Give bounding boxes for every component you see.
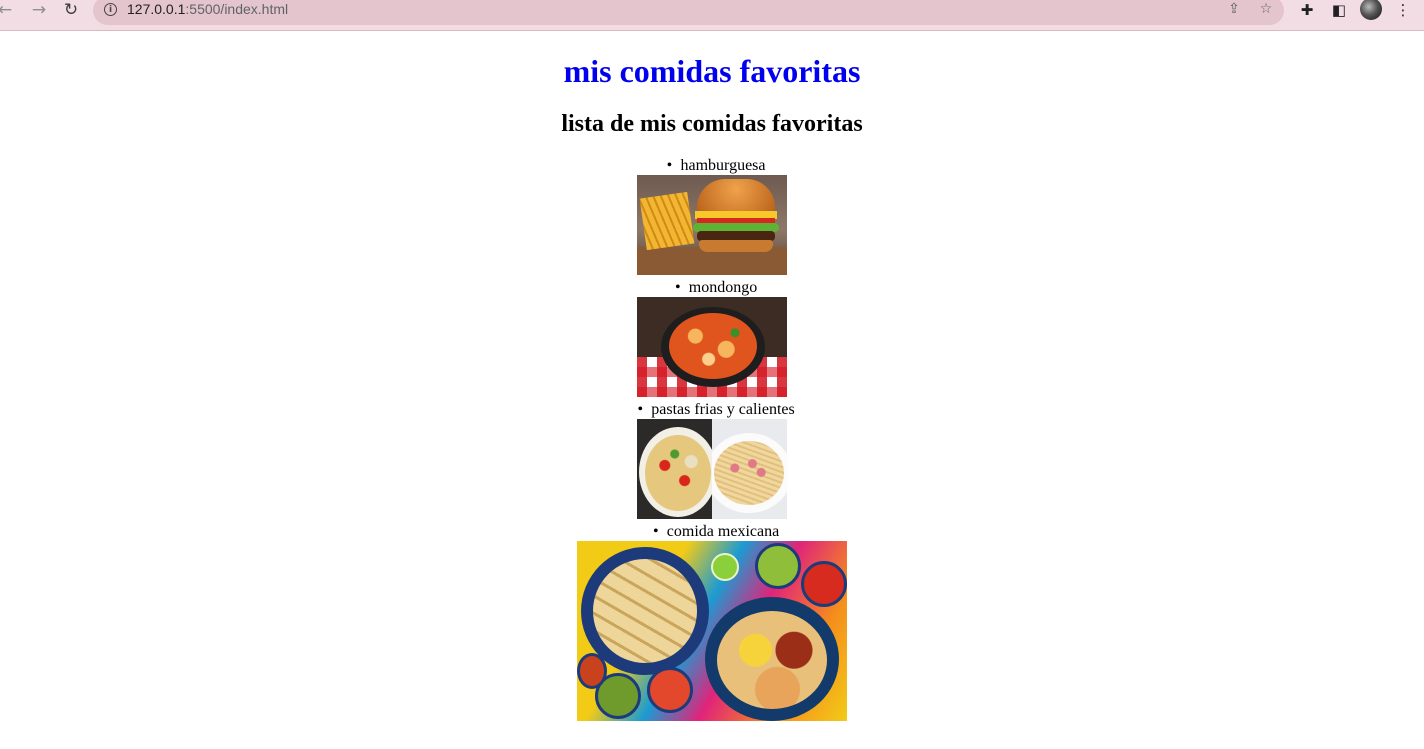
mexicana-image-row xyxy=(0,541,1424,721)
list-item: • pastas frias y calientes xyxy=(0,401,1424,419)
bullet-icon: • xyxy=(637,401,644,418)
list-item-label: comida mexicana xyxy=(666,523,780,540)
page-content: mis comidas favoritas lista de mis comid… xyxy=(0,31,1424,749)
hamburguesa-image xyxy=(637,175,787,275)
browser-toolbar: ← → ↻ i 127.0.0.1:5500/index.html ⇪ ☆ ✚ … xyxy=(0,0,1424,31)
extensions-icon[interactable]: ✚ xyxy=(1296,0,1318,20)
back-button[interactable]: ← xyxy=(0,0,16,20)
forward-button[interactable]: → xyxy=(28,0,50,20)
list-item-label: pastas frias y calientes xyxy=(651,401,795,418)
bullet-icon: • xyxy=(666,157,673,174)
bullet-icon: • xyxy=(652,523,659,540)
url-text[interactable]: 127.0.0.1:5500/index.html xyxy=(127,1,288,17)
list-item: • hamburguesa xyxy=(0,157,1424,175)
hamburguesa-image-row xyxy=(0,175,1424,275)
page-title: mis comidas favoritas xyxy=(563,53,861,89)
list-item-label: mondongo xyxy=(688,279,758,296)
bullet-icon: • xyxy=(674,279,681,296)
pastas-image-row xyxy=(0,419,1424,519)
share-icon[interactable]: ⇪ xyxy=(1224,0,1244,19)
list-item: • mondongo xyxy=(0,279,1424,297)
page-subtitle: lista de mis comidas favoritas xyxy=(561,111,863,137)
info-icon[interactable]: i xyxy=(104,3,117,16)
mondongo-image xyxy=(637,297,787,397)
pasta-caliente-image xyxy=(712,419,787,519)
comida-mexicana-image xyxy=(577,541,847,721)
mondongo-image-row xyxy=(0,297,1424,397)
list-item-label: hamburguesa xyxy=(680,157,766,174)
bookmark-star-icon[interactable]: ☆ xyxy=(1256,0,1276,19)
pasta-fria-image xyxy=(637,419,712,519)
side-panel-icon[interactable]: ◧ xyxy=(1328,0,1350,20)
food-list: • hamburguesa • mondongo • pastas frias y c… xyxy=(0,157,1424,721)
url-host: 127.0.0.1 xyxy=(127,1,186,17)
address-bar[interactable]: i 127.0.0.1:5500/index.html ⇪ ☆ xyxy=(93,0,1284,25)
reload-button[interactable]: ↻ xyxy=(60,0,82,20)
list-item: • comida mexicana xyxy=(0,523,1424,541)
profile-avatar[interactable] xyxy=(1360,0,1382,20)
url-path: :5500/index.html xyxy=(185,1,289,17)
menu-kebab-icon[interactable]: ⋮ xyxy=(1392,0,1414,20)
